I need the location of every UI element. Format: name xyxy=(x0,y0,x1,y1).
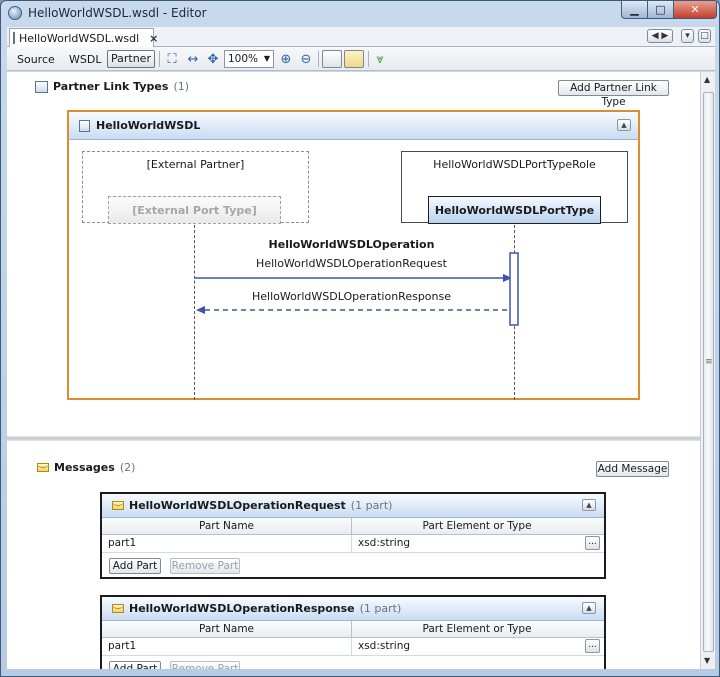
fit-diagram-icon[interactable]: ⛶ xyxy=(164,51,180,67)
message-panel-response[interactable]: HelloWorldWSDLOperationResponse (1 part)… xyxy=(100,595,606,669)
scroll-down-icon[interactable]: ▼ xyxy=(704,656,710,665)
message-header: HelloWorldWSDLOperationResponse (1 part)… xyxy=(102,597,604,621)
part-name-column-header[interactable]: Part Name xyxy=(102,621,352,637)
scroll-up-icon[interactable]: ▲ xyxy=(704,75,710,84)
maximize-button[interactable]: □ xyxy=(647,1,674,19)
message-envelope-icon xyxy=(112,604,124,613)
editor-toolbar: Source WSDL Partner ⛶ ↔ ✥ 100% ▼ ⊕ ⊖ ⩔ xyxy=(7,47,715,71)
zoom-in-icon[interactable]: ⊕ xyxy=(278,51,294,67)
wsdl-file-icon xyxy=(13,32,15,44)
messages-header: Messages (2) xyxy=(37,461,135,474)
add-part-button[interactable]: Add Part xyxy=(109,661,161,669)
toolbar-separator xyxy=(368,51,369,67)
messages-toggle[interactable] xyxy=(344,50,364,68)
messages-section: Messages (2) Add Message HelloWorldWSDLO… xyxy=(7,441,700,669)
parts-table-header: Part Name Part Element or Type xyxy=(102,621,604,638)
partner-link-types-toggle[interactable] xyxy=(322,50,342,68)
table-row[interactable]: part1 xsd:string ... xyxy=(102,535,604,553)
response-arrowhead xyxy=(196,306,205,314)
part-type-cell[interactable]: xsd:string ... xyxy=(352,535,602,552)
part-name-cell[interactable]: part1 xyxy=(102,638,352,655)
partner-link-type-icon xyxy=(35,80,48,93)
minimize-button[interactable]: ▁ xyxy=(621,1,648,19)
operation-activation-bar[interactable] xyxy=(509,252,519,326)
tab-list-dropdown[interactable]: ▾ xyxy=(681,29,694,43)
document-tab-bar: HelloWorldWSDL.wsdl × ◀ ▶ ▾ □ xyxy=(7,27,715,47)
tab-close-icon[interactable]: × xyxy=(149,32,158,45)
partner-link-types-title: Partner Link Types xyxy=(53,80,169,93)
parts-table-header: Part Name Part Element or Type xyxy=(102,518,604,535)
operation-arrows xyxy=(194,252,519,326)
message-part-count: (1 part) xyxy=(350,499,393,512)
message-envelope-icon xyxy=(37,463,49,472)
collapse-icon[interactable]: ▲ xyxy=(582,602,596,614)
message-name[interactable]: HelloWorldWSDLOperationRequest xyxy=(129,499,346,512)
part-name-cell[interactable]: part1 xyxy=(102,535,352,552)
partner-view-button[interactable]: Partner xyxy=(107,50,155,68)
messages-count: (2) xyxy=(119,461,136,474)
source-view-button[interactable]: Source xyxy=(17,53,55,66)
remove-part-button[interactable]: Remove Part xyxy=(170,558,240,574)
chevron-down-icon: ▼ xyxy=(263,54,270,63)
validate-icon[interactable]: ⩔ xyxy=(372,51,388,67)
message-header: HelloWorldWSDLOperationRequest (1 part) … xyxy=(102,494,604,518)
part-name-column-header[interactable]: Part Name xyxy=(102,518,352,534)
message-panel-request[interactable]: HelloWorldWSDLOperationRequest (1 part) … xyxy=(100,492,606,579)
scrollbar-thumb[interactable] xyxy=(703,92,714,652)
toolbar-separator xyxy=(318,51,319,67)
zoom-select[interactable]: 100% ▼ xyxy=(224,50,274,68)
fit-width-icon[interactable]: ↔ xyxy=(185,51,201,67)
wsdl-view-button[interactable]: WSDL xyxy=(69,53,101,66)
document-tab-label: HelloWorldWSDL.wsdl xyxy=(19,31,140,45)
tab-scroll-arrows[interactable]: ◀ ▶ xyxy=(647,29,673,43)
add-partner-link-type-button[interactable]: Add Partner Link Type xyxy=(558,80,669,108)
maximize-editor-button[interactable]: □ xyxy=(698,29,711,43)
messages-title: Messages xyxy=(54,461,115,474)
message-name[interactable]: HelloWorldWSDLOperationResponse xyxy=(129,602,355,615)
collapse-icon[interactable]: ▲ xyxy=(582,499,596,511)
partner-link-types-count: (1) xyxy=(173,80,190,93)
partner-link-type-panel[interactable]: HelloWorldWSDL ▲ [External Partner] [Ext… xyxy=(67,110,640,400)
part-type-cell[interactable]: xsd:string ... xyxy=(352,638,602,655)
part-type-value: xsd:string xyxy=(358,640,411,652)
browse-type-button[interactable]: ... xyxy=(585,536,600,550)
partner-link-types-header: Partner Link Types (1) xyxy=(35,80,189,93)
fit-height-icon[interactable]: ✥ xyxy=(205,51,221,67)
editor-window: HelloWorldWSDL.wsdl - Editor ▁ □ ✕ Hello… xyxy=(0,0,720,677)
zoom-out-icon[interactable]: ⊖ xyxy=(298,51,314,67)
title-bar[interactable]: HelloWorldWSDL.wsdl - Editor ▁ □ ✕ xyxy=(1,1,719,26)
add-message-button[interactable]: Add Message xyxy=(596,461,669,477)
vertical-scrollbar[interactable]: ▲ ≡ ▼ xyxy=(700,72,715,669)
part-type-column-header[interactable]: Part Element or Type xyxy=(352,518,602,534)
zoom-value: 100% xyxy=(228,53,259,65)
table-row[interactable]: part1 xsd:string ... xyxy=(102,638,604,656)
close-window-button[interactable]: ✕ xyxy=(673,1,717,19)
part-type-value: xsd:string xyxy=(358,537,411,549)
message-envelope-icon xyxy=(112,501,124,510)
document-tab[interactable]: HelloWorldWSDL.wsdl × xyxy=(9,28,158,47)
toolbar-separator xyxy=(159,51,160,67)
add-part-button[interactable]: Add Part xyxy=(109,558,161,574)
part-type-column-header[interactable]: Part Element or Type xyxy=(352,621,602,637)
scroll-grip-icon: ≡ xyxy=(705,357,713,367)
window-title: HelloWorldWSDL.wsdl - Editor xyxy=(28,6,207,20)
app-icon xyxy=(8,6,22,20)
browse-type-button[interactable]: ... xyxy=(585,639,600,653)
partner-view-canvas: Partner Link Types (1) Add Partner Link … xyxy=(7,72,700,669)
remove-part-button[interactable]: Remove Part xyxy=(170,661,240,669)
message-part-count: (1 part) xyxy=(359,602,402,615)
